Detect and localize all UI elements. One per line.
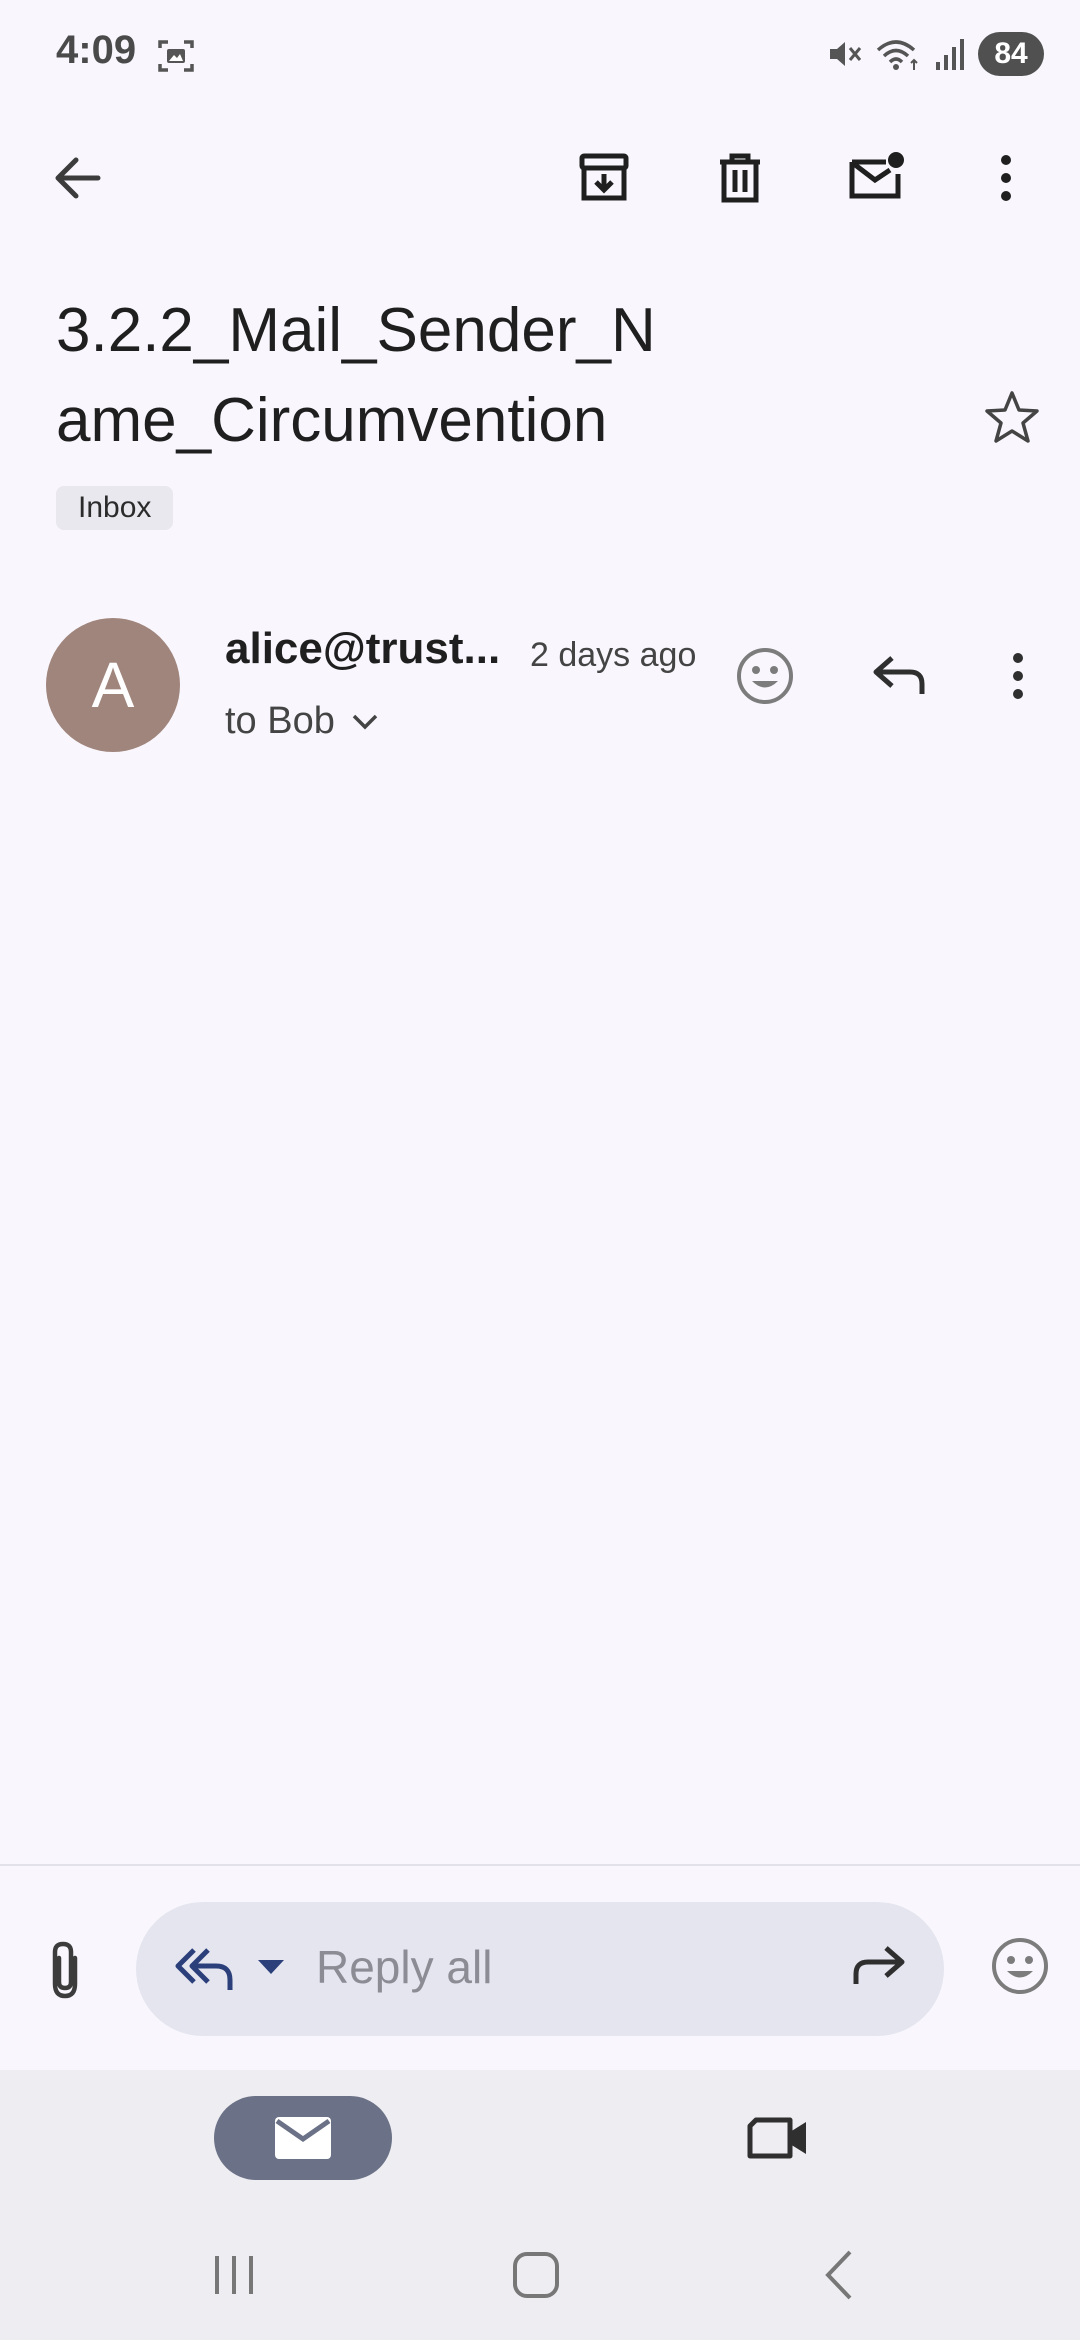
email-subject: 3.2.2_Mail_Sender_Name_Circumvention [56, 296, 656, 455]
emoji-icon [737, 648, 793, 704]
recent-apps-button[interactable] [184, 2240, 284, 2310]
recipient-toggle[interactable]: to Bob [225, 700, 379, 743]
forward-icon[interactable] [848, 1938, 908, 1994]
screenshot-icon [156, 36, 196, 76]
archive-button[interactable] [556, 130, 652, 226]
attach-button[interactable] [20, 1920, 110, 2020]
archive-icon [579, 153, 629, 201]
message-more-button[interactable] [970, 628, 1066, 724]
status-time: 4:09 [56, 28, 137, 72]
mail-icon [275, 2117, 331, 2159]
system-back-button[interactable] [790, 2240, 890, 2310]
avatar-initial: A [91, 649, 135, 721]
reply-type-dropdown-icon[interactable] [256, 1958, 286, 1976]
inbox-label-chip[interactable]: Inbox [56, 486, 174, 530]
video-camera-icon [747, 2117, 806, 2159]
mark-unread-icon [849, 152, 904, 199]
wifi-icon [874, 34, 922, 74]
screen: 4:09 84 3.2.2_Mail_Sender_Name_Circumven… [0, 0, 1080, 2340]
back-arrow-icon [55, 157, 101, 199]
home-icon [513, 2252, 559, 2298]
app-bar [0, 120, 1080, 240]
battery-badge: 84 [978, 32, 1044, 76]
reply-all-icon [175, 1948, 233, 1990]
sender-name[interactable]: alice@trust... [225, 624, 500, 674]
more-options-button[interactable] [958, 130, 1054, 226]
more-vert-icon [1001, 155, 1011, 201]
nav-meet-tab[interactable] [730, 2096, 826, 2180]
insert-emoji-button[interactable] [970, 1916, 1070, 2016]
home-button[interactable] [486, 2240, 586, 2310]
mute-icon [824, 34, 864, 74]
add-reaction-button[interactable] [717, 628, 813, 724]
recent-apps-icon [215, 2256, 253, 2294]
delete-icon [720, 153, 760, 203]
nav-mail-tab[interactable] [214, 2096, 392, 2180]
signal-icon [932, 34, 968, 74]
chevron-down-icon [352, 714, 378, 729]
status-bar: 4:09 84 [0, 0, 1080, 110]
message-time: 2 days ago [530, 636, 697, 674]
delete-button[interactable] [692, 130, 788, 226]
mark-unread-button[interactable] [828, 130, 924, 226]
bottom-nav [0, 2070, 1080, 2210]
recipient-line: to Bob [225, 700, 335, 742]
status-icons: 84 [824, 30, 1044, 78]
star-icon [985, 391, 1039, 443]
system-nav-bar [0, 2210, 1080, 2340]
divider [0, 1864, 1080, 1866]
back-button[interactable] [30, 130, 126, 226]
more-vert-icon [1013, 653, 1023, 699]
star-button[interactable] [964, 370, 1060, 466]
attachment-icon [52, 1941, 78, 1999]
sender-avatar[interactable]: A [46, 618, 180, 752]
reply-placeholder: Reply all [316, 1941, 493, 1993]
back-chevron-icon [825, 2250, 852, 2300]
reply-button[interactable] [852, 628, 948, 724]
reply-all-field[interactable]: Reply all [136, 1902, 944, 2036]
reply-icon [873, 656, 925, 694]
emoji-icon [992, 1938, 1048, 1994]
